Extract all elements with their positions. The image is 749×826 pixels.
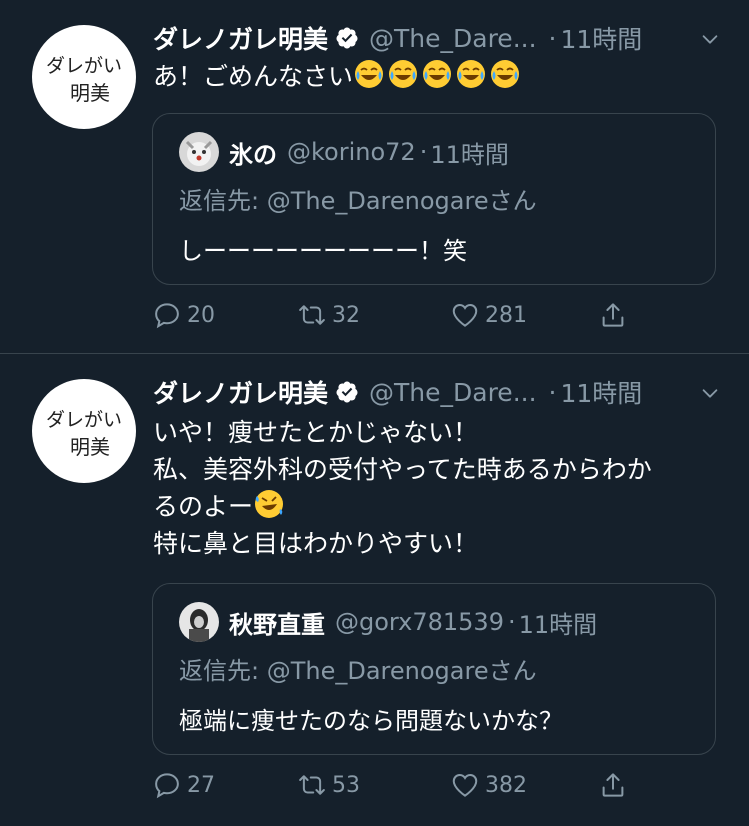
tweet-line: 私、美容外科の受付やってた時あるからわか — [153, 455, 652, 484]
reply-prefix: 返信先: — [179, 187, 267, 215]
share-button[interactable] — [598, 300, 633, 330]
share-icon — [598, 300, 628, 330]
tweet-text: あ！ごめんなさい — [153, 58, 725, 95]
reply-to-line: 返信先: @The_Darenogareさん — [179, 651, 537, 686]
joy-emoji-icon — [387, 58, 419, 90]
verified-badge-icon — [335, 26, 359, 50]
like-count: 382 — [485, 772, 527, 798]
author-name[interactable]: ダレノガレ明美 — [153, 20, 328, 56]
joy-emoji-icon — [455, 58, 487, 90]
reply-suffix: さん — [488, 657, 537, 685]
reply-bubble-icon — [152, 300, 182, 330]
like-button[interactable]: 382 — [450, 770, 527, 800]
reply-suffix: さん — [488, 187, 537, 215]
quoted-author-name: 秋野直重 — [229, 610, 325, 639]
separator-dot: · — [419, 138, 428, 166]
action-bar: 20 32 281 — [152, 300, 649, 340]
quoted-avatar — [179, 132, 219, 172]
author-handle[interactable]: @The_Dare... — [369, 24, 537, 53]
separator-dot: · — [548, 377, 557, 407]
reply-mention[interactable]: @The_Darenogare — [267, 657, 489, 685]
action-bar: 27 53 382 — [152, 770, 649, 810]
reply-prefix: 返信先: — [179, 657, 267, 685]
quoted-text: 極端に痩せたのなら問題ないかな？ — [179, 707, 563, 735]
tweet-body: あ！ごめんなさい — [153, 62, 354, 91]
quoted-text: しーーーーーーーーー！笑 — [179, 237, 467, 265]
avatar-text-bottom: 明美 — [70, 81, 110, 105]
quoted-avatar — [179, 602, 219, 642]
retweet-icon — [297, 770, 327, 800]
avatar[interactable]: ダレがい 明美 — [32, 379, 136, 483]
reply-bubble-icon — [152, 770, 182, 800]
heart-icon — [450, 300, 480, 330]
joy-emoji-icon — [489, 58, 521, 90]
author-name[interactable]: ダレノガレ明美 — [153, 374, 328, 410]
retweet-button[interactable]: 32 — [297, 300, 360, 330]
reply-mention[interactable]: @The_Darenogare — [267, 187, 489, 215]
quoted-header: 氷の @korino72 · 11時間 — [179, 132, 509, 172]
tweet-line: 特に鼻と目はわかりやすい！ — [153, 529, 479, 558]
tweet[interactable]: ダレがい 明美 ダレノガレ明美 @The_Dare... · 11時間 いや！痩… — [0, 354, 749, 826]
quoted-author-name: 氷の — [229, 140, 277, 169]
avatar-text-bottom: 明美 — [70, 435, 110, 459]
reply-button[interactable]: 20 — [152, 300, 215, 330]
retweet-count: 53 — [332, 772, 360, 798]
like-count: 281 — [485, 302, 527, 328]
verified-badge-icon — [335, 380, 359, 404]
chevron-down-icon[interactable] — [699, 28, 721, 50]
quoted-timestamp: 11時間 — [518, 610, 598, 639]
timestamp[interactable]: 11時間 — [561, 20, 643, 56]
reply-button[interactable]: 27 — [152, 770, 215, 800]
retweet-button[interactable]: 53 — [297, 770, 360, 800]
tweet-header: ダレノガレ明美 @The_Dare... · 11時間 — [153, 18, 729, 58]
quoted-author-handle: @korino72 — [287, 138, 416, 166]
share-icon — [598, 770, 628, 800]
quoted-tweet[interactable]: 氷の @korino72 · 11時間 返信先: @The_Darenogare… — [152, 113, 716, 285]
avatar-text-top: ダレがい — [46, 55, 122, 77]
heart-icon — [450, 770, 480, 800]
retweet-count: 32 — [332, 302, 360, 328]
quoted-timestamp: 11時間 — [430, 140, 509, 169]
timestamp[interactable]: 11時間 — [561, 374, 643, 410]
quoted-tweet[interactable]: 秋野直重 @gorx781539 · 11時間 返信先: @The_Dareno… — [152, 583, 716, 755]
avatar-text-top: ダレがい — [46, 409, 122, 431]
tweet-line: いや！痩せたとかじゃない！ — [153, 418, 479, 447]
author-handle[interactable]: @The_Dare... — [369, 378, 537, 407]
separator-dot: · — [548, 23, 557, 53]
quoted-header: 秋野直重 @gorx781539 · 11時間 — [179, 602, 597, 642]
separator-dot: · — [507, 608, 516, 636]
tweet[interactable]: ダレがい 明美 ダレノガレ明美 @The_Dare... · 11時間 あ！ごめ… — [0, 0, 749, 354]
chevron-down-icon[interactable] — [699, 382, 721, 404]
quoted-author-handle: @gorx781539 — [335, 608, 504, 636]
reply-count: 20 — [187, 302, 215, 328]
avatar[interactable]: ダレがい 明美 — [32, 25, 136, 129]
tweet-line: るのよー — [153, 492, 254, 521]
reply-to-line: 返信先: @The_Darenogareさん — [179, 181, 537, 216]
tweet-text: いや！痩せたとかじゃない！ 私、美容外科の受付やってた時あるからわか るのよー … — [153, 414, 725, 562]
retweet-icon — [297, 300, 327, 330]
rofl-emoji-icon — [253, 488, 285, 520]
share-button[interactable] — [598, 770, 633, 800]
joy-emoji-icon — [353, 58, 385, 90]
joy-emoji-icon — [421, 58, 453, 90]
like-button[interactable]: 281 — [450, 300, 527, 330]
tweet-header: ダレノガレ明美 @The_Dare... · 11時間 — [153, 372, 729, 412]
reply-count: 27 — [187, 772, 215, 798]
